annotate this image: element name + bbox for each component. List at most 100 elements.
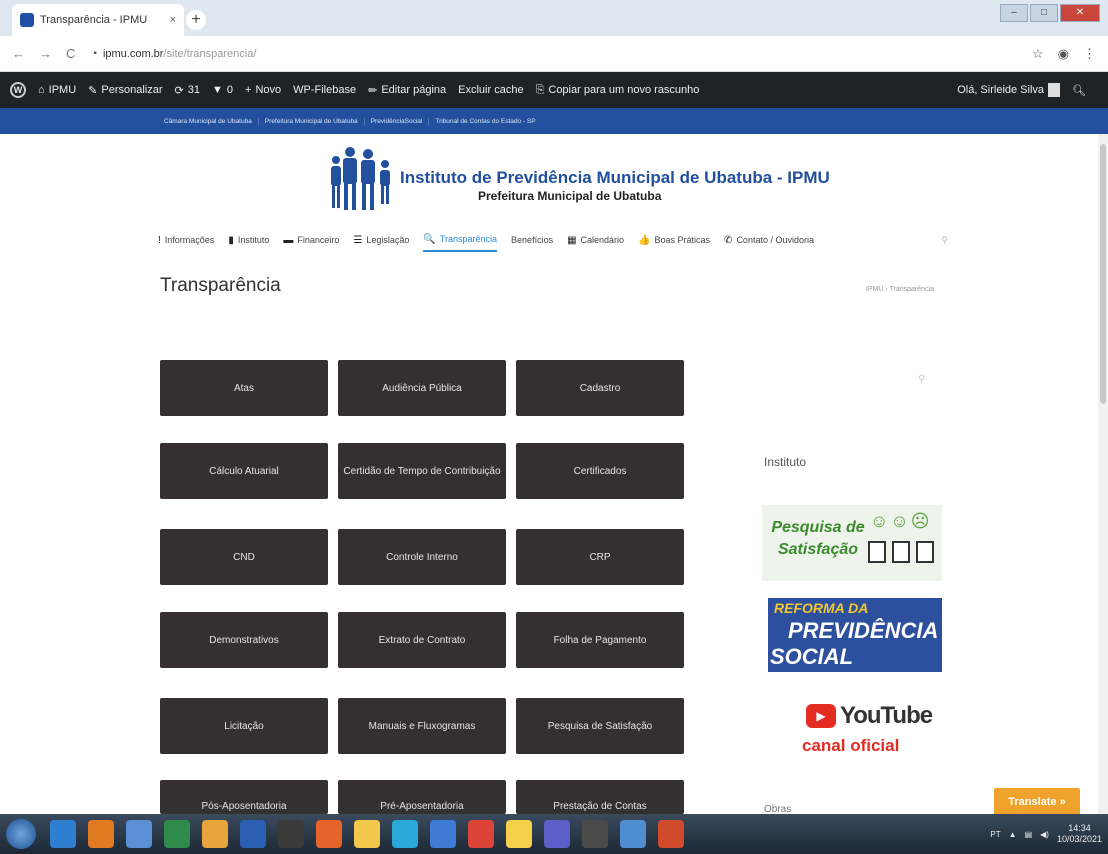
site-info-icon[interactable]: ▪ bbox=[93, 48, 97, 59]
terminal-icon[interactable] bbox=[278, 820, 304, 848]
doc-icon[interactable] bbox=[126, 820, 152, 848]
firefox-icon[interactable] bbox=[316, 820, 342, 848]
browser-menu-icon[interactable]: ⋮ bbox=[1083, 46, 1096, 62]
transparency-button[interactable]: Pesquisa de Satisfação bbox=[516, 698, 684, 754]
transparency-button[interactable]: Folha de Pagamento bbox=[516, 612, 684, 668]
transparency-button[interactable]: Controle Interno bbox=[338, 529, 506, 585]
clock-time: 14:34 bbox=[1068, 823, 1091, 833]
ipmu-logo[interactable] bbox=[326, 146, 396, 212]
reload-icon[interactable]: C bbox=[66, 46, 75, 61]
updates-link[interactable]: ⟳ 31 bbox=[175, 84, 200, 97]
link-tribunal[interactable]: Tribunal de Contas do Estado - SP bbox=[429, 118, 541, 125]
admin-site-link[interactable]: ⌂ IPMU bbox=[38, 84, 76, 96]
pension-reform-banner[interactable]: REFORMA DA PREVIDÊNCIA SOCIAL bbox=[768, 598, 942, 672]
list-icon: ☰ bbox=[353, 234, 363, 246]
page-scrollbar[interactable] bbox=[1098, 134, 1108, 814]
link-prefeitura[interactable]: Prefeitura Municipal de Ubatuba bbox=[259, 117, 365, 125]
nav-financeiro-label: Financeiro bbox=[297, 235, 340, 245]
maximize-icon[interactable]: □ bbox=[1030, 4, 1058, 22]
nav-contato-label: Contato / Ouvidoria bbox=[736, 235, 814, 245]
camera-icon[interactable] bbox=[430, 820, 456, 848]
brush-icon: ✎ bbox=[88, 84, 98, 97]
ie-icon[interactable] bbox=[50, 820, 76, 848]
transparency-button[interactable]: Extrato de Contrato bbox=[338, 612, 506, 668]
nav-boas-praticas[interactable]: 👍 Boas Práticas bbox=[638, 228, 710, 252]
copy-draft-link[interactable]: ⎘ Copiar para um novo rascunho bbox=[536, 84, 700, 97]
edit-page-link[interactable]: ✏ Editar página bbox=[368, 84, 446, 97]
volume-icon[interactable]: ◀) bbox=[1040, 830, 1049, 839]
edge-icon[interactable] bbox=[392, 820, 418, 848]
excel-icon[interactable] bbox=[164, 820, 190, 848]
start-button[interactable] bbox=[6, 819, 36, 849]
nav-contato[interactable]: ✆ Contato / Ouvidoria bbox=[724, 228, 814, 252]
transparency-button[interactable]: Demonstrativos bbox=[160, 612, 328, 668]
nav-beneficios[interactable]: Benefícios bbox=[511, 228, 553, 252]
browser-tab[interactable]: Transparência - IPMU × bbox=[12, 4, 184, 36]
folder-icon[interactable] bbox=[202, 820, 228, 848]
transparency-button[interactable]: Pós-Aposentadoria bbox=[160, 780, 328, 814]
transparency-button[interactable]: Cadastro bbox=[516, 360, 684, 416]
network-icon[interactable]: ▤ bbox=[1025, 830, 1033, 839]
tab-close-button[interactable]: × bbox=[170, 14, 176, 26]
nav-transparencia[interactable]: 🔍 Transparência bbox=[423, 228, 498, 252]
home-icon: ⌂ bbox=[38, 84, 45, 96]
powerpoint-icon[interactable] bbox=[658, 820, 684, 848]
word-icon[interactable] bbox=[240, 820, 266, 848]
satisfaction-survey-banner[interactable]: Pesquisa de Satisfação ☺☺☹ bbox=[762, 505, 942, 581]
nav-informacoes[interactable]: ! Informações bbox=[158, 228, 214, 252]
forward-icon[interactable]: → bbox=[39, 46, 52, 61]
wordpress-logo-icon[interactable]: W bbox=[10, 82, 26, 98]
notes-icon[interactable] bbox=[506, 820, 532, 848]
nav-financeiro[interactable]: ▬ Financeiro bbox=[283, 228, 339, 252]
transparency-button[interactable]: Audiência Pública bbox=[338, 360, 506, 416]
minimize-icon[interactable]: – bbox=[1000, 4, 1028, 22]
explorer-icon[interactable] bbox=[354, 820, 380, 848]
app-icon[interactable] bbox=[88, 820, 114, 848]
close-window-icon[interactable]: ✕ bbox=[1060, 4, 1100, 22]
transparency-button[interactable]: CND bbox=[160, 529, 328, 585]
webcam-icon[interactable] bbox=[582, 820, 608, 848]
transparency-button[interactable]: Licitação bbox=[160, 698, 328, 754]
transparency-button[interactable]: Certidão de Tempo de Contribuição bbox=[338, 443, 506, 499]
sidebar-search-icon[interactable]: ⚲ bbox=[918, 374, 925, 385]
breadcrumb[interactable]: IPMU › Transparência bbox=[866, 286, 934, 293]
tray-arrow-icon[interactable]: ▲ bbox=[1009, 830, 1017, 839]
clock[interactable]: 14:34 10/03/2021 bbox=[1057, 823, 1102, 845]
translate-button[interactable]: Translate » bbox=[994, 788, 1080, 816]
money-icon: ▬ bbox=[283, 234, 294, 246]
comments-link[interactable]: ▼ 0 bbox=[212, 84, 233, 96]
nav-legislacao[interactable]: ☰ Legislação bbox=[353, 228, 409, 252]
filebase-link[interactable]: WP-Filebase bbox=[293, 84, 356, 96]
smiley-faces-icon: ☺☺☹ bbox=[870, 511, 932, 531]
bookmark-star-icon[interactable]: ☆ bbox=[1032, 46, 1044, 62]
nav-calendario[interactable]: ▦ Calendário bbox=[567, 228, 624, 252]
transparency-button[interactable]: Prestação de Contas bbox=[516, 780, 684, 814]
scrollbar-thumb[interactable] bbox=[1100, 144, 1106, 404]
transparency-button[interactable]: Pré-Aposentadoria bbox=[338, 780, 506, 814]
teams-icon[interactable] bbox=[544, 820, 570, 848]
youtube-banner[interactable]: ▶ YouTube canal oficial bbox=[798, 700, 933, 760]
transparency-button[interactable]: Cálculo Atuarial bbox=[160, 443, 328, 499]
chrome-icon[interactable] bbox=[468, 820, 494, 848]
link-camara[interactable]: Câmara Municipal de Ubatuba bbox=[158, 117, 259, 125]
url-field[interactable]: ipmu.com.br/site/transparencia/ bbox=[103, 48, 1032, 60]
clear-cache-link[interactable]: Excluir cache bbox=[458, 84, 523, 96]
new-tab-button[interactable]: + bbox=[186, 10, 206, 30]
admin-search-icon[interactable]: 🔍︎ bbox=[1072, 84, 1086, 97]
nav-search-icon[interactable]: ⚲ bbox=[941, 235, 948, 246]
transparency-button[interactable]: Manuais e Fluxogramas bbox=[338, 698, 506, 754]
transparency-button[interactable]: Certificados bbox=[516, 443, 684, 499]
back-icon[interactable]: ← bbox=[12, 46, 25, 61]
customize-link[interactable]: ✎ Personalizar bbox=[88, 84, 162, 97]
extension-icon[interactable]: ◉ bbox=[1058, 46, 1069, 62]
transparency-button[interactable]: Atas bbox=[160, 360, 328, 416]
pencil-icon: ✏ bbox=[368, 84, 378, 97]
window-icon[interactable] bbox=[620, 820, 646, 848]
link-previdencia[interactable]: PrevidênciaSocial bbox=[365, 117, 430, 125]
transparency-button[interactable]: CRP bbox=[516, 529, 684, 585]
nav-instituto[interactable]: ▮ Instituto bbox=[228, 228, 269, 252]
site-title[interactable]: Instituto de Previdência Municipal de Ub… bbox=[400, 168, 830, 188]
user-account-link[interactable]: Olá, Sirleide Silva bbox=[957, 83, 1061, 97]
new-link[interactable]: + Novo bbox=[245, 84, 281, 96]
language-indicator[interactable]: PT bbox=[990, 830, 1000, 839]
